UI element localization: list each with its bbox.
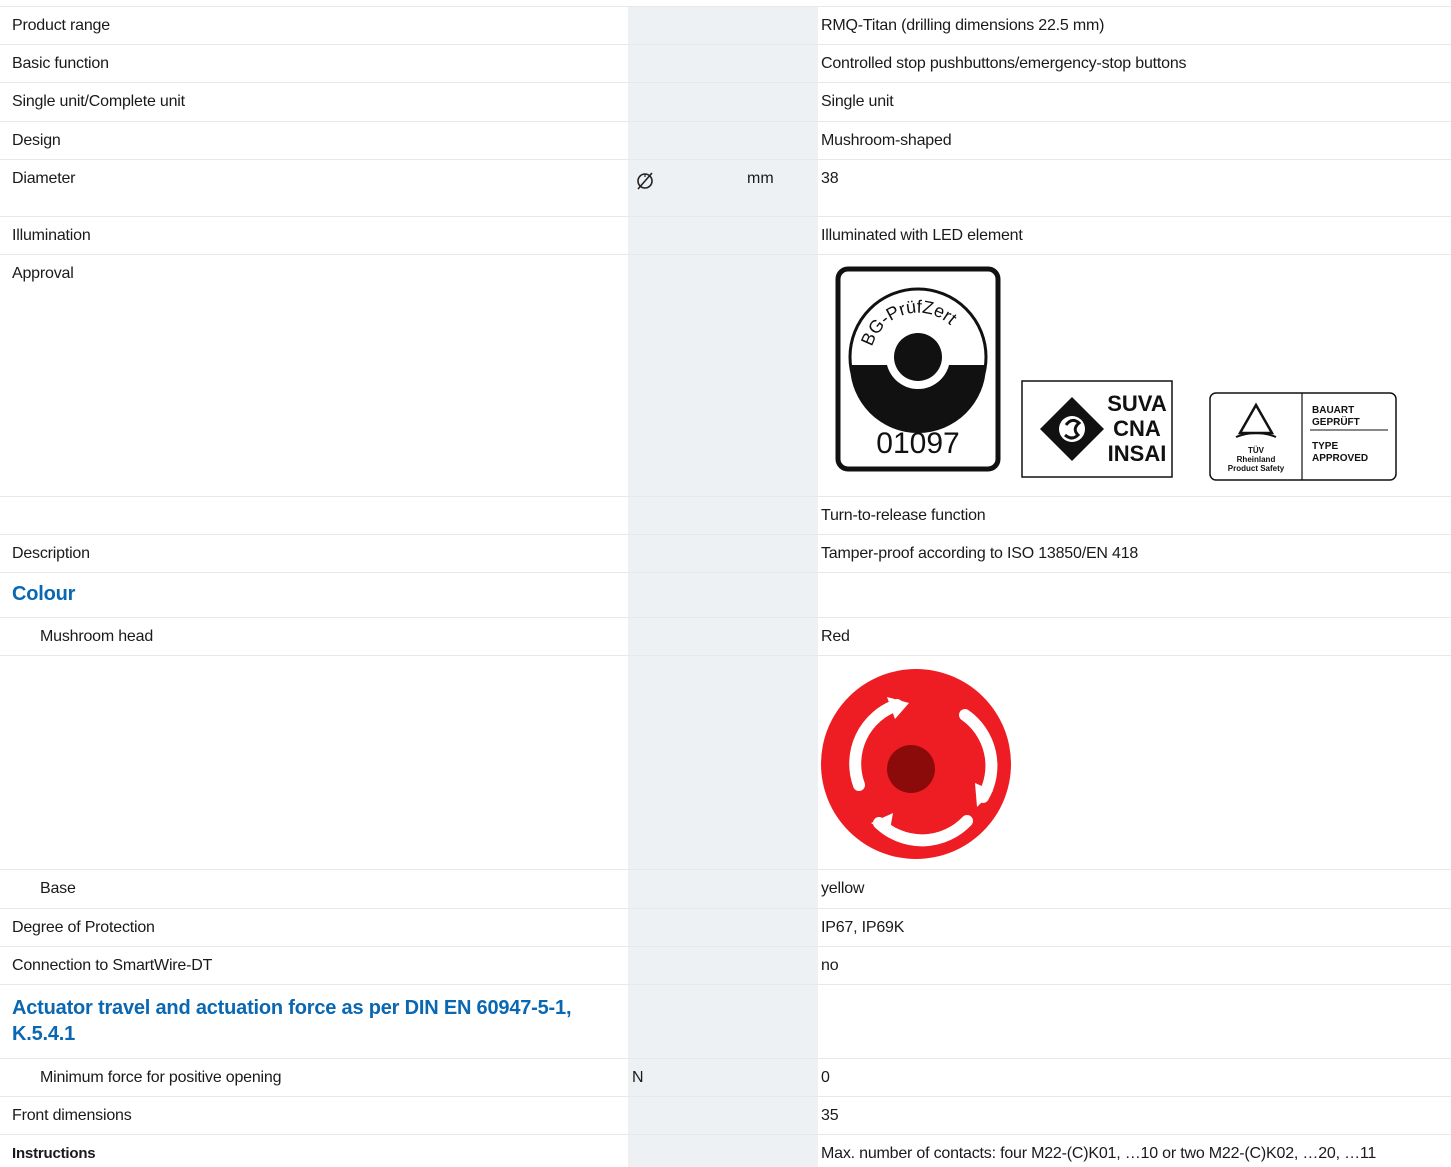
row-label: Connection to SmartWire-DT [12,957,213,974]
row-label: Degree of Protection [12,919,155,936]
tuev-line-1: TÜV [1248,446,1265,455]
row-label: Approval [12,265,74,282]
table-row: Connection to SmartWire-DT no [0,947,1451,985]
table-row: Description Tamper-proof according to IS… [0,535,1451,573]
row-value: IP67, IP69K [821,919,905,936]
suva-line-3: INSAI [1108,441,1167,466]
row-value: Tamper-proof according to ISO 13850/EN 4… [821,545,1139,562]
table-row: Mushroom head Red [0,618,1451,656]
table-row: Single unit/Complete unit Single unit [0,83,1451,122]
bg-logo-number: 01097 [876,427,959,460]
section-title: Colour [12,583,76,605]
row-value: yellow [821,880,865,897]
table-row: Front dimensions 35 [0,1097,1451,1135]
suva-line-2: CNA [1113,416,1161,441]
section-heading: Colour [0,573,1451,618]
row-label: Mushroom head [40,628,154,645]
row-label: Front dimensions [12,1107,132,1124]
row-value: 0 [821,1069,830,1086]
row-value: Single unit [821,93,894,110]
diameter-icon [637,172,653,190]
row-value: Controlled stop pushbuttons/emergency-st… [821,55,1187,72]
tuev-right-4: APPROVED [1312,453,1368,464]
mushroom-head-image [821,669,1011,859]
table-row: Product range RMQ-Titan (drilling dimens… [0,7,1451,45]
section-title: Actuator travel and actuation force as p… [12,997,572,1045]
datasheet: Product range RMQ-Titan (drilling dimens… [0,0,1451,1167]
table-row: Illumination Illuminated with LED elemen… [0,217,1451,255]
row-value: Mushroom-shaped [821,132,952,149]
row-value: Max. number of contacts: four M22-(C)K01… [821,1145,1377,1162]
row-label: Design [12,132,61,149]
row-label: Base [40,880,76,897]
row-value: Red [821,628,850,645]
table-row: Degree of Protection IP67, IP69K [0,909,1451,947]
row-label: Product range [12,17,110,34]
tuev-line-2: Rheinland [1237,455,1276,464]
row-label: Single unit/Complete unit [12,93,185,110]
row-value: 38 [821,170,839,187]
suva-logo: SUVA CNA INSAI [1021,380,1173,478]
table-row [0,656,1451,870]
row-label: Basic function [12,55,109,72]
table-row: Turn-to-release function [0,497,1451,535]
tuev-right-3: TYPE [1312,441,1338,452]
row-value: RMQ-Titan (drilling dimensions 22.5 mm) [821,17,1105,34]
row-unit: mm [747,170,774,187]
row-label: Description [12,545,90,562]
row-value: Illuminated with LED element [821,227,1023,244]
row-label: Diameter [12,170,76,187]
row-value: no [821,957,839,974]
table-row: Minimum force for positive opening N 0 [0,1059,1451,1097]
table-row: Instructions Max. number of contacts: fo… [0,1135,1451,1167]
tuev-logo: TÜV Rheinland Product Safety BAUART GEPR… [1209,392,1397,481]
approval-logos: BG-PrüfZert 01097 SUVA CNA INSAI TÜV Rhe… [835,266,1397,481]
row-label: Instructions [12,1145,96,1162]
tuev-right-2: GEPRÜFT [1312,415,1360,428]
row-label: Illumination [12,227,91,244]
row-value: Turn-to-release function [821,507,986,524]
table-row: Basic function Controlled stop pushbutto… [0,45,1451,83]
table-row: Design Mushroom-shaped [0,122,1451,160]
bg-pruefzert-logo: BG-PrüfZert 01097 [835,266,1001,472]
row-value: 35 [821,1107,839,1124]
suva-line-1: SUVA [1107,391,1167,416]
row-label: Minimum force for positive opening [40,1069,282,1086]
table-row: Base yellow [0,870,1451,909]
table-row: Diameter mm 38 [0,160,1451,217]
tuev-right-1: BAUART [1312,405,1354,416]
row-unit: N [632,1069,644,1086]
tuev-line-3: Product Safety [1228,464,1285,473]
section-heading: Actuator travel and actuation force as p… [0,985,1451,1059]
